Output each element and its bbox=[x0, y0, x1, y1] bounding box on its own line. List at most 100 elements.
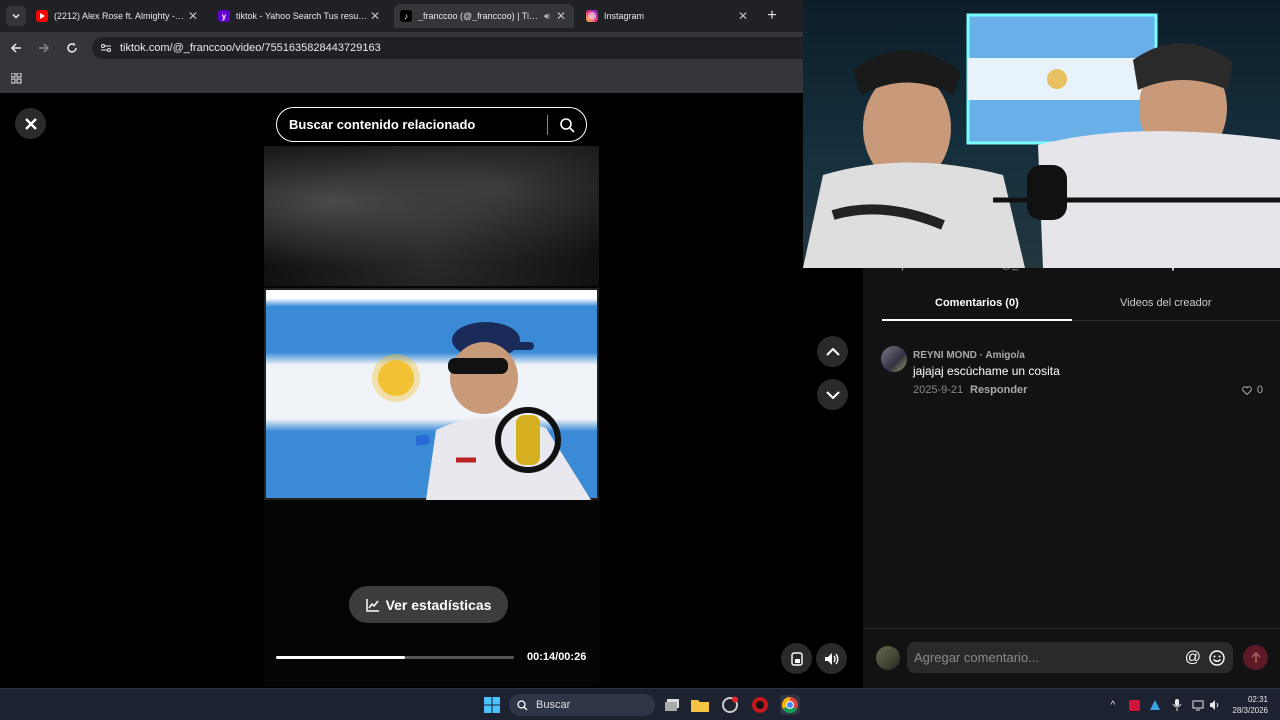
forward-button[interactable] bbox=[34, 38, 54, 58]
comment-input[interactable]: Agregar comentario... @ bbox=[907, 642, 1233, 673]
new-tab-button[interactable]: + bbox=[762, 6, 782, 26]
tray-app-icon[interactable] bbox=[1148, 698, 1162, 712]
browser-tab[interactable]: y tiktok - Yahoo Search Tus resultado ✕ bbox=[212, 4, 388, 28]
chrome-button[interactable] bbox=[780, 695, 800, 715]
close-icon bbox=[24, 117, 37, 130]
apps-button[interactable] bbox=[6, 68, 26, 88]
speaker-icon[interactable] bbox=[1208, 698, 1222, 712]
apps-grid-icon bbox=[10, 72, 21, 83]
tiktok-icon: ♪ bbox=[400, 10, 412, 22]
search-placeholder: Buscar contenido relacionado bbox=[289, 117, 476, 132]
task-view-button[interactable] bbox=[662, 695, 682, 715]
view-stats-label: Ver estadísticas bbox=[385, 596, 492, 613]
speaker-icon[interactable]: 🔊︎ bbox=[540, 11, 554, 22]
webcam-image bbox=[803, 13, 1280, 268]
url-text[interactable]: tiktok.com/@_franccoo/video/755163582844… bbox=[120, 42, 381, 54]
windows-icon bbox=[484, 697, 500, 713]
pip-icon bbox=[790, 651, 803, 666]
omnibox[interactable]: tiktok.com/@_franccoo/video/755163582844… bbox=[92, 37, 803, 59]
avatar bbox=[876, 646, 900, 670]
taskbar-search-label: Buscar bbox=[536, 699, 571, 711]
arrow-right-icon bbox=[39, 43, 50, 53]
taskbar-search[interactable]: Buscar bbox=[509, 694, 655, 716]
reload-button[interactable] bbox=[62, 38, 82, 58]
instagram-icon bbox=[586, 10, 598, 22]
tab-title: (2212) Alex Rose ft. Almighty - Khe bbox=[54, 11, 186, 21]
reply-button[interactable]: Responder bbox=[970, 384, 1027, 396]
comment-username[interactable]: REYNI MOND · Amigo/a bbox=[913, 350, 1025, 361]
line-chart-icon bbox=[365, 598, 379, 612]
comment-placeholder: Agregar comentario... bbox=[914, 650, 1040, 665]
back-button[interactable] bbox=[6, 38, 26, 58]
previous-video-button[interactable] bbox=[817, 336, 848, 367]
network-icon[interactable] bbox=[1191, 698, 1205, 712]
browser-tab[interactable]: Instagram ✕ bbox=[580, 4, 756, 28]
app-ring-icon bbox=[722, 696, 738, 713]
panel-tabs: Comentarios (0) Videos del creador bbox=[882, 289, 1280, 321]
yahoo-icon: y bbox=[218, 10, 230, 22]
tab-creator-videos[interactable]: Videos del creador bbox=[1120, 297, 1212, 309]
tab-title: Instagram bbox=[604, 11, 645, 21]
address-bar-row: tiktok.com/@_franccoo/video/755163582844… bbox=[0, 32, 803, 64]
chrome-icon bbox=[781, 696, 798, 714]
close-tab-icon[interactable]: ✕ bbox=[736, 9, 750, 23]
chevron-down-icon bbox=[825, 390, 840, 399]
taskbar-app-button[interactable] bbox=[750, 695, 770, 715]
bookmarks-bar bbox=[0, 64, 803, 93]
browser-tab-bar: (2212) Alex Rose ft. Almighty - Khe ✕ y … bbox=[0, 0, 803, 32]
related-search-input[interactable]: Buscar contenido relacionado bbox=[276, 107, 587, 142]
arrow-left-icon bbox=[10, 43, 21, 53]
video-progress-fill bbox=[276, 656, 405, 659]
show-hidden-icons-button[interactable]: ^ bbox=[1106, 698, 1120, 712]
windows-taskbar: Buscar ^ 02:31 28/3/2026 bbox=[0, 688, 1280, 720]
video-smoke-background bbox=[264, 146, 599, 286]
like-count: 0 bbox=[1256, 384, 1263, 396]
next-video-button[interactable] bbox=[817, 379, 848, 410]
avatar[interactable] bbox=[881, 346, 907, 372]
site-settings-icon[interactable] bbox=[100, 42, 112, 54]
task-view-icon bbox=[665, 699, 679, 711]
heart-icon bbox=[1241, 385, 1252, 395]
argentina-flag-sun bbox=[378, 360, 414, 396]
file-explorer-button[interactable] bbox=[690, 695, 710, 715]
search-icon bbox=[517, 699, 528, 710]
system-clock[interactable]: 02:31 28/3/2026 bbox=[1230, 694, 1268, 716]
folder-icon bbox=[691, 700, 709, 712]
tray-app-icon[interactable] bbox=[1127, 698, 1141, 712]
video-frame-image bbox=[264, 288, 599, 500]
close-tab-icon[interactable]: ✕ bbox=[186, 9, 200, 23]
floating-player-button[interactable] bbox=[781, 643, 812, 674]
tab-search-button[interactable] bbox=[6, 6, 26, 26]
video-progress-bar[interactable] bbox=[276, 656, 514, 659]
browser-tab-active[interactable]: ♪ _franccoo (@_franccoo) | TikTok 🔊︎ ✕ bbox=[394, 4, 574, 28]
search-icon bbox=[560, 117, 575, 133]
clock-date: 28/3/2026 bbox=[1232, 706, 1268, 715]
tab-comments[interactable]: Comentarios (0) bbox=[935, 297, 1019, 309]
close-video-button[interactable] bbox=[15, 108, 46, 139]
close-tab-icon[interactable]: ✕ bbox=[368, 9, 382, 23]
like-button[interactable]: 0 bbox=[1241, 384, 1263, 396]
taskbar-app-button[interactable] bbox=[720, 695, 740, 715]
view-stats-button[interactable]: Ver estadísticas bbox=[349, 586, 508, 623]
microphone-icon[interactable] bbox=[1170, 698, 1184, 712]
close-tab-icon[interactable]: ✕ bbox=[554, 9, 568, 23]
tab-title: tiktok - Yahoo Search Tus resultado bbox=[236, 11, 368, 21]
comment-date: 2025-9-21 bbox=[913, 384, 964, 396]
start-button[interactable] bbox=[482, 695, 502, 715]
emoji-icon[interactable] bbox=[1209, 649, 1225, 666]
browser-tab[interactable]: (2212) Alex Rose ft. Almighty - Khe ✕ bbox=[30, 4, 206, 28]
active-tab-indicator bbox=[882, 319, 1072, 321]
youtube-icon bbox=[36, 10, 48, 22]
send-comment-button[interactable] bbox=[1243, 645, 1268, 670]
comment-text: jajajaj escúchame un cosita bbox=[913, 364, 1060, 378]
arrow-up-icon bbox=[1250, 651, 1261, 663]
search-button[interactable] bbox=[548, 117, 586, 133]
red-app-icon bbox=[752, 697, 768, 713]
volume-button[interactable] bbox=[816, 643, 847, 674]
mention-icon[interactable]: @ bbox=[1185, 649, 1201, 667]
comment-composer: Agregar comentario... @ bbox=[863, 628, 1280, 688]
video-time: 00:14/00:26 bbox=[527, 651, 587, 663]
chevron-down-icon bbox=[12, 13, 20, 19]
tab-title: _franccoo (@_franccoo) | TikTok bbox=[418, 11, 540, 21]
webcam-overlay bbox=[803, 0, 1280, 268]
